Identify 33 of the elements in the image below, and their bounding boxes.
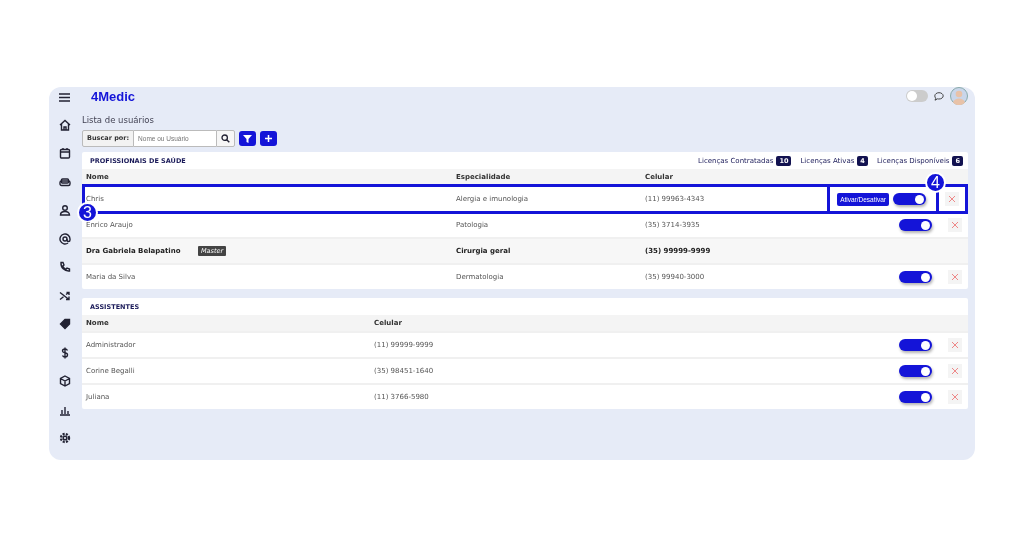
search-icon [221,134,231,143]
chat-icon[interactable] [934,91,944,101]
active-toggle[interactable] [893,193,926,205]
phone-icon[interactable] [58,261,71,273]
add-button[interactable] [260,131,278,146]
close-icon [952,222,958,228]
active-toggle[interactable] [899,219,932,231]
close-icon [952,368,958,374]
callout-marker: 3 [77,202,98,223]
plus-icon [265,135,273,142]
calendar-icon[interactable] [58,147,71,159]
shuffle-icon[interactable] [58,289,71,302]
home-icon[interactable] [58,118,71,131]
close-icon [949,196,955,202]
filter-icon [243,134,253,143]
active-toggle[interactable] [899,365,932,377]
active-toggle[interactable] [899,271,932,283]
active-toggle[interactable] [899,391,932,403]
filter-button[interactable] [239,131,257,146]
close-icon [952,342,958,348]
at-icon[interactable] [58,232,71,245]
tag-icon[interactable] [58,318,71,330]
sofa-icon[interactable] [58,175,71,188]
theme-toggle[interactable] [906,90,928,102]
brand-logo: 4Medic [91,88,136,104]
close-icon [952,394,958,400]
page-title: Lista de usuários [82,115,155,125]
user-icon[interactable] [58,204,71,216]
menu-icon[interactable] [59,93,70,102]
active-toggle[interactable] [899,339,932,351]
search-button[interactable] [216,130,236,147]
close-icon [952,274,958,280]
box-icon[interactable] [58,375,71,387]
